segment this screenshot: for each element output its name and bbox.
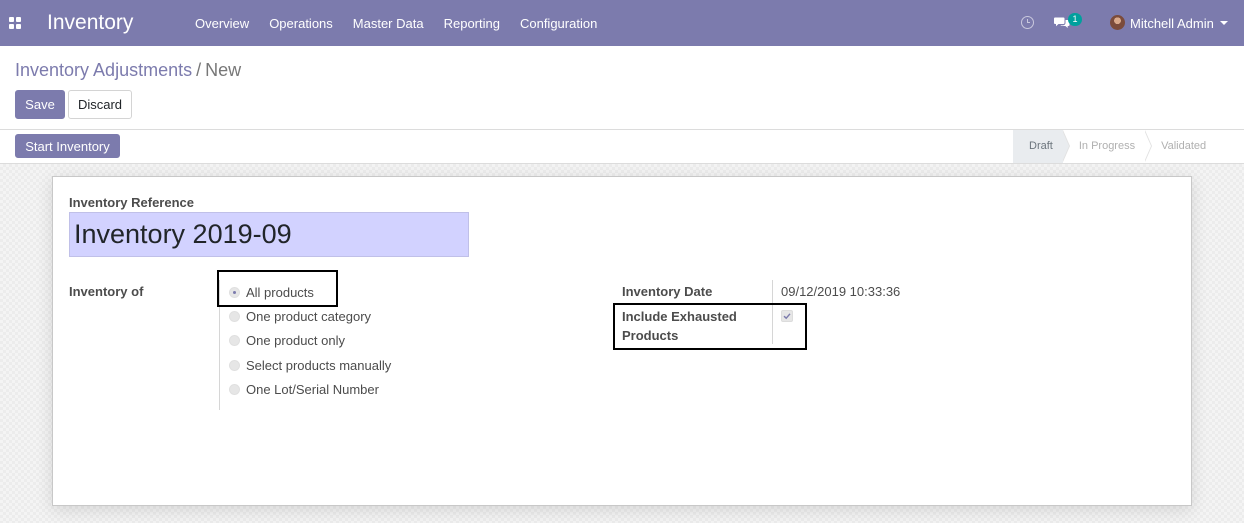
radio-unchecked-icon[interactable]: [229, 359, 240, 371]
stage-draft[interactable]: Draft: [1013, 129, 1070, 163]
save-button[interactable]: Save: [15, 90, 65, 119]
inventory-date-field[interactable]: 09/12/2019 10:33:36: [781, 284, 900, 299]
radio-unchecked-icon[interactable]: [229, 334, 240, 346]
inventory-of-label: Inventory of: [69, 284, 144, 299]
top-navbar: Inventory Overview Operations Master Dat…: [0, 0, 1244, 46]
breadcrumb-separator: /: [196, 60, 202, 80]
breadcrumb-parent[interactable]: Inventory Adjustments: [15, 60, 192, 80]
main-menu: Overview Operations Master Data Reportin…: [195, 16, 617, 31]
caret-down-icon[interactable]: [1220, 21, 1228, 25]
menu-operations[interactable]: Operations: [269, 16, 333, 31]
radio-select-products-manually[interactable]: Select products manually: [229, 356, 391, 374]
status-bar: Draft In Progress Validated: [1013, 129, 1216, 163]
field-divider: [219, 280, 220, 410]
apps-grid-icon[interactable]: [9, 17, 21, 29]
inventory-reference-label: Inventory Reference: [69, 195, 194, 210]
radio-checked-icon[interactable]: [229, 286, 240, 298]
start-inventory-button[interactable]: Start Inventory: [15, 134, 120, 158]
radio-unchecked-icon[interactable]: [229, 383, 240, 395]
stage-validated[interactable]: Validated: [1145, 130, 1216, 163]
app-title[interactable]: Inventory: [47, 11, 133, 35]
discard-button[interactable]: Discard: [68, 90, 132, 119]
breadcrumb: Inventory Adjustments / New: [15, 60, 241, 81]
avatar[interactable]: [1110, 15, 1125, 30]
field-divider: [772, 280, 773, 344]
chat-badge: 1: [1068, 13, 1082, 26]
include-exhausted-checkbox[interactable]: [781, 310, 793, 322]
menu-master-data[interactable]: Master Data: [353, 16, 424, 31]
stage-in-progress[interactable]: In Progress: [1063, 129, 1153, 163]
inventory-reference-input[interactable]: Inventory 2019-09: [69, 212, 469, 257]
clock-icon[interactable]: [1021, 16, 1034, 29]
check-icon: [783, 313, 791, 320]
menu-reporting[interactable]: Reporting: [444, 16, 500, 31]
radio-one-product-category[interactable]: One product category: [229, 307, 371, 325]
radio-unchecked-icon[interactable]: [229, 310, 240, 322]
user-name[interactable]: Mitchell Admin: [1130, 16, 1214, 31]
menu-configuration[interactable]: Configuration: [520, 16, 597, 31]
inventory-date-label: Inventory Date: [622, 284, 713, 299]
include-exhausted-label: Include Exhausted Products: [622, 309, 737, 343]
radio-all-products[interactable]: All products: [229, 283, 314, 301]
radio-one-product-only[interactable]: One product only: [229, 331, 345, 349]
radio-one-lot-serial-number[interactable]: One Lot/Serial Number: [229, 380, 379, 398]
menu-overview[interactable]: Overview: [195, 16, 249, 31]
breadcrumb-current: New: [205, 60, 242, 80]
